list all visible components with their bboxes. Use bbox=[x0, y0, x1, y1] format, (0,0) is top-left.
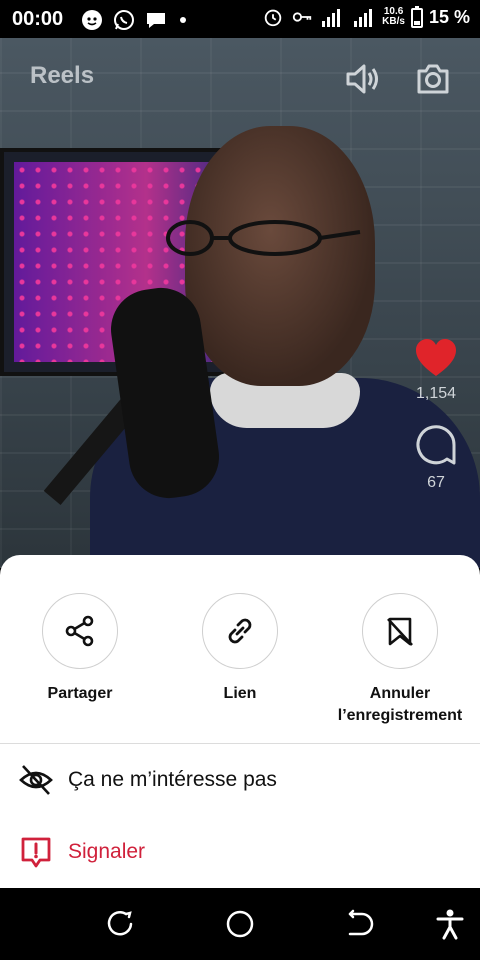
key-icon bbox=[293, 12, 312, 22]
home-icon[interactable] bbox=[224, 908, 256, 940]
system-nav-bar bbox=[0, 888, 480, 960]
status-time: 00:00 bbox=[12, 8, 64, 30]
link-button[interactable] bbox=[202, 593, 278, 669]
side-actions: 1,154 67 bbox=[406, 338, 466, 492]
link-icon bbox=[228, 618, 252, 644]
report-icon bbox=[21, 837, 51, 868]
net-speed-unit: KB/s bbox=[382, 16, 405, 27]
net-speed: 10.6 KB/s bbox=[382, 7, 405, 27]
share-action[interactable]: Partager bbox=[0, 593, 160, 705]
battery-icon bbox=[410, 6, 423, 28]
camera-icon[interactable] bbox=[414, 60, 452, 98]
bookmark-off-icon bbox=[387, 617, 413, 646]
signal-icon bbox=[354, 9, 373, 27]
like-count: 1,154 bbox=[415, 385, 457, 402]
link-label: Lien bbox=[223, 685, 257, 702]
battery-percent: 15 % bbox=[428, 6, 470, 27]
status-notification-icons bbox=[80, 8, 190, 32]
glasses-shape bbox=[166, 220, 361, 256]
options-sheet: Partager Lien Annuler l’enregistrement Ç… bbox=[0, 555, 480, 888]
not-interested-item[interactable]: Ça ne m’intéresse pas bbox=[0, 755, 480, 805]
status-bar: 00:00 10.6 KB/s 15 % bbox=[0, 0, 480, 38]
alarm-icon bbox=[264, 9, 282, 27]
sheet-divider bbox=[0, 743, 480, 744]
signal-icon bbox=[322, 9, 341, 27]
link-action[interactable]: Lien bbox=[160, 593, 320, 705]
comment-count: 67 bbox=[427, 474, 445, 491]
unsave-label: Annuler l’enregistrement bbox=[337, 685, 463, 724]
share-button[interactable] bbox=[42, 593, 118, 669]
eye-off-icon bbox=[19, 765, 53, 795]
status-right-icons: 10.6 KB/s 15 % bbox=[262, 6, 470, 28]
report-label: Signaler bbox=[68, 840, 146, 863]
not-interested-label: Ça ne m’intéresse pas bbox=[68, 768, 277, 791]
accessibility-icon[interactable] bbox=[436, 908, 464, 940]
share-icon bbox=[65, 615, 94, 647]
report-item[interactable]: Signaler bbox=[0, 827, 480, 877]
whatsapp-icon bbox=[114, 10, 134, 30]
back-icon[interactable] bbox=[344, 908, 376, 940]
dot-icon bbox=[180, 17, 186, 23]
face-icon bbox=[82, 10, 102, 30]
heart-icon[interactable] bbox=[414, 338, 458, 378]
unsave-button[interactable] bbox=[362, 593, 438, 669]
volume-icon[interactable] bbox=[344, 60, 382, 98]
page-title: Reels bbox=[30, 62, 95, 89]
share-label: Partager bbox=[47, 685, 113, 702]
recent-apps-icon[interactable] bbox=[104, 908, 136, 940]
sheet-actions: Partager Lien Annuler l’enregistrement bbox=[0, 593, 480, 724]
chat-icon bbox=[147, 13, 165, 28]
unsave-action[interactable]: Annuler l’enregistrement bbox=[320, 593, 480, 727]
comment-icon[interactable] bbox=[414, 423, 458, 467]
